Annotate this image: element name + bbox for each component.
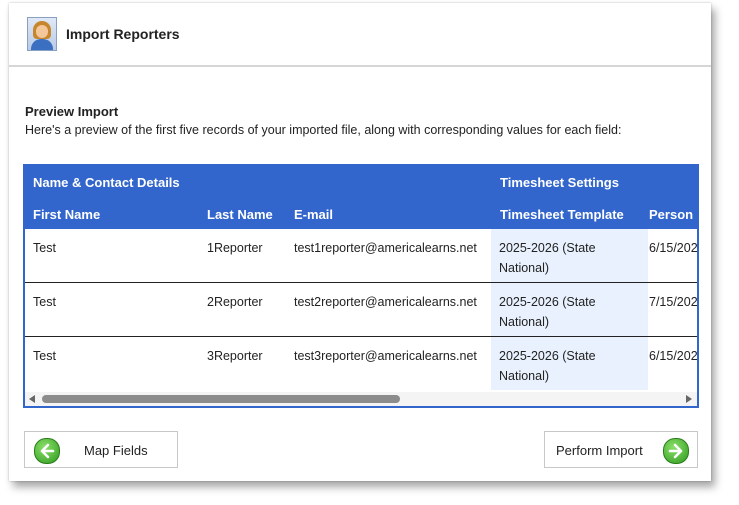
group-header-timesheet: Timesheet Settings: [500, 175, 619, 190]
last-name-cell: 1Reporter: [207, 241, 263, 255]
first-name-cell: Test: [33, 241, 56, 255]
first-name-cell: Test: [33, 295, 56, 309]
scrollbar-thumb[interactable]: [42, 395, 400, 403]
page-header: Import Reporters: [9, 3, 711, 67]
email-cell: test3reporter@americalearns.net: [294, 349, 477, 363]
preview-title: Preview Import: [25, 104, 119, 119]
perform-import-button[interactable]: Perform Import: [544, 431, 698, 468]
import-panel: Import Reporters Preview Import Here's a…: [9, 3, 711, 481]
table-row: Test 3Reporter test3reporter@americalear…: [25, 337, 697, 390]
table-body: Test 1Reporter test1reporter@americalear…: [25, 229, 697, 390]
person-cell: 7/15/202: [649, 295, 698, 309]
timesheet-template-cell: 2025-2026 (State National): [491, 229, 648, 282]
last-name-cell: 3Reporter: [207, 349, 263, 363]
table-row: Test 1Reporter test1reporter@americalear…: [25, 229, 697, 283]
first-name-cell: Test: [33, 349, 56, 363]
email-cell: test1reporter@americalearns.net: [294, 241, 477, 255]
forward-arrow-icon: [663, 438, 689, 464]
column-header-person[interactable]: Person: [649, 207, 693, 222]
scroll-left-arrow-icon[interactable]: [29, 395, 35, 403]
column-header-first-name[interactable]: First Name: [33, 207, 100, 222]
preview-description: Here's a preview of the first five recor…: [25, 123, 622, 137]
map-fields-button[interactable]: Map Fields: [24, 431, 178, 468]
horizontal-scrollbar[interactable]: [25, 392, 697, 406]
timesheet-template-cell: 2025-2026 (State National): [491, 283, 648, 336]
person-cell: 6/15/202: [649, 241, 698, 255]
back-arrow-icon: [34, 438, 60, 464]
scroll-right-arrow-icon[interactable]: [686, 395, 692, 403]
last-name-cell: 2Reporter: [207, 295, 263, 309]
email-cell: test2reporter@americalearns.net: [294, 295, 477, 309]
page-title: Import Reporters: [66, 26, 180, 42]
column-header-email[interactable]: E-mail: [294, 207, 333, 222]
reporter-avatar-icon: [27, 17, 57, 51]
preview-table: Name & Contact Details Timesheet Setting…: [23, 164, 699, 408]
perform-import-label: Perform Import: [556, 443, 643, 458]
table-header: Name & Contact Details Timesheet Setting…: [25, 166, 697, 229]
table-row: Test 2Reporter test2reporter@americalear…: [25, 283, 697, 337]
map-fields-label: Map Fields: [84, 443, 148, 458]
column-header-last-name[interactable]: Last Name: [207, 207, 273, 222]
group-header-contact: Name & Contact Details: [33, 175, 180, 190]
person-cell: 6/15/202: [649, 349, 698, 363]
timesheet-template-cell: 2025-2026 (State National): [491, 337, 648, 390]
column-header-timesheet-template[interactable]: Timesheet Template: [500, 207, 624, 222]
